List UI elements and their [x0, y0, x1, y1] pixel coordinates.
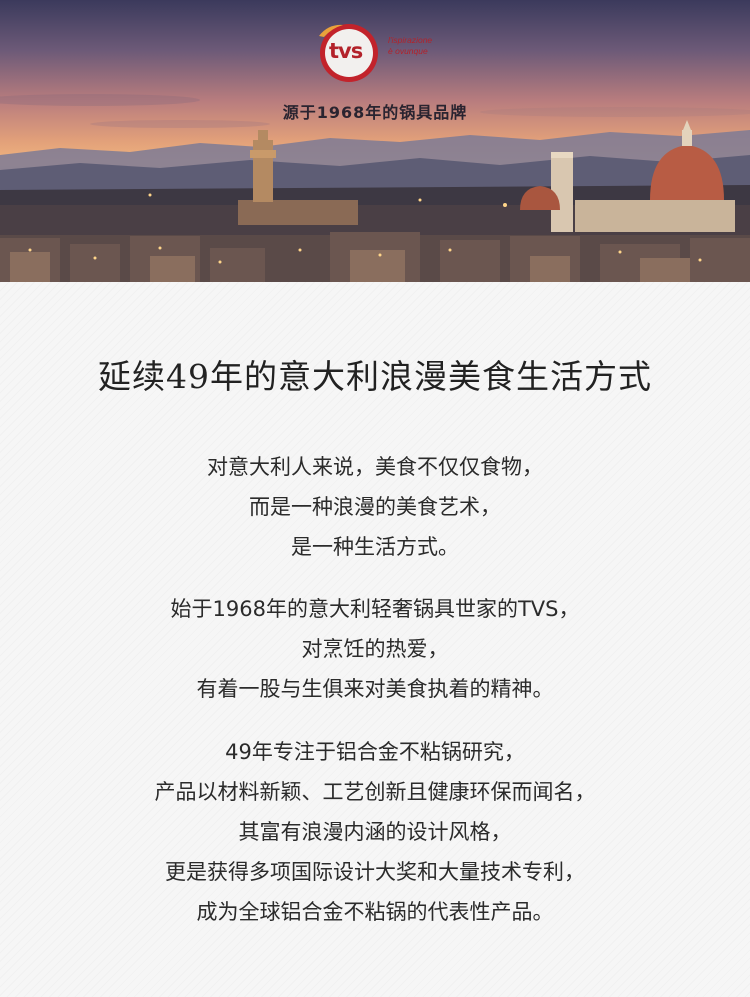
hero-banner: tvs l'ispirazione è ovunque 源于1968年的锅具品牌 — [0, 0, 750, 282]
text-line: 其富有浪漫内涵的设计风格， — [238, 820, 512, 844]
text-line: 更是获得多项国际设计大奖和大量技术专利， — [165, 860, 585, 884]
logo-tagline: l'ispirazione è ovunque — [388, 35, 468, 57]
text-line: 始于1968年的意大利轻奢锅具世家的TVS， — [170, 597, 580, 621]
text-line: 而是一种浪漫的美食艺术， — [249, 495, 501, 519]
text-line: 对意大利人来说，美食不仅仅食物， — [207, 455, 543, 479]
page-title: 延续49年的意大利浪漫美食生活方式 — [98, 357, 652, 396]
brand-story: 延续49年的意大利浪漫美食生活方式 对意大利人来说，美食不仅仅食物， 而是一种浪… — [0, 282, 750, 997]
text-line: 是一种生活方式。 — [291, 535, 459, 559]
text-line: 产品以材料新颖、工艺创新且健康环保而闻名， — [154, 780, 596, 804]
logo-wordmark: tvs — [329, 39, 363, 63]
text-line: 49年专注于铝合金不粘锅研究， — [225, 740, 525, 764]
page: tvs l'ispirazione è ovunque 源于1968年的锅具品牌… — [0, 0, 750, 997]
logo-swoosh-icon — [319, 24, 343, 37]
text-line: 有着一股与生俱来对美食执着的精神。 — [196, 677, 554, 701]
paragraph-2: 始于1968年的意大利轻奢锅具世家的TVS， 对烹饪的热爱， 有着一股与生俱来对… — [0, 589, 750, 709]
text-line: 对烹饪的热爱， — [301, 637, 449, 661]
paragraph-3: 49年专注于铝合金不粘锅研究， 产品以材料新颖、工艺创新且健康环保而闻名， 其富… — [0, 732, 750, 932]
tvs-logo: tvs l'ispirazione è ovunque — [318, 22, 448, 90]
text-line: 成为全球铝合金不粘锅的代表性产品。 — [196, 900, 554, 924]
paragraph-1: 对意大利人来说，美食不仅仅食物， 而是一种浪漫的美食艺术， 是一种生活方式。 — [0, 447, 750, 567]
hero-subtitle: 源于1968年的锅具品牌 — [282, 103, 468, 122]
tagline-line: l'ispirazione — [388, 35, 433, 45]
tagline-line: è ovunque — [388, 46, 428, 56]
